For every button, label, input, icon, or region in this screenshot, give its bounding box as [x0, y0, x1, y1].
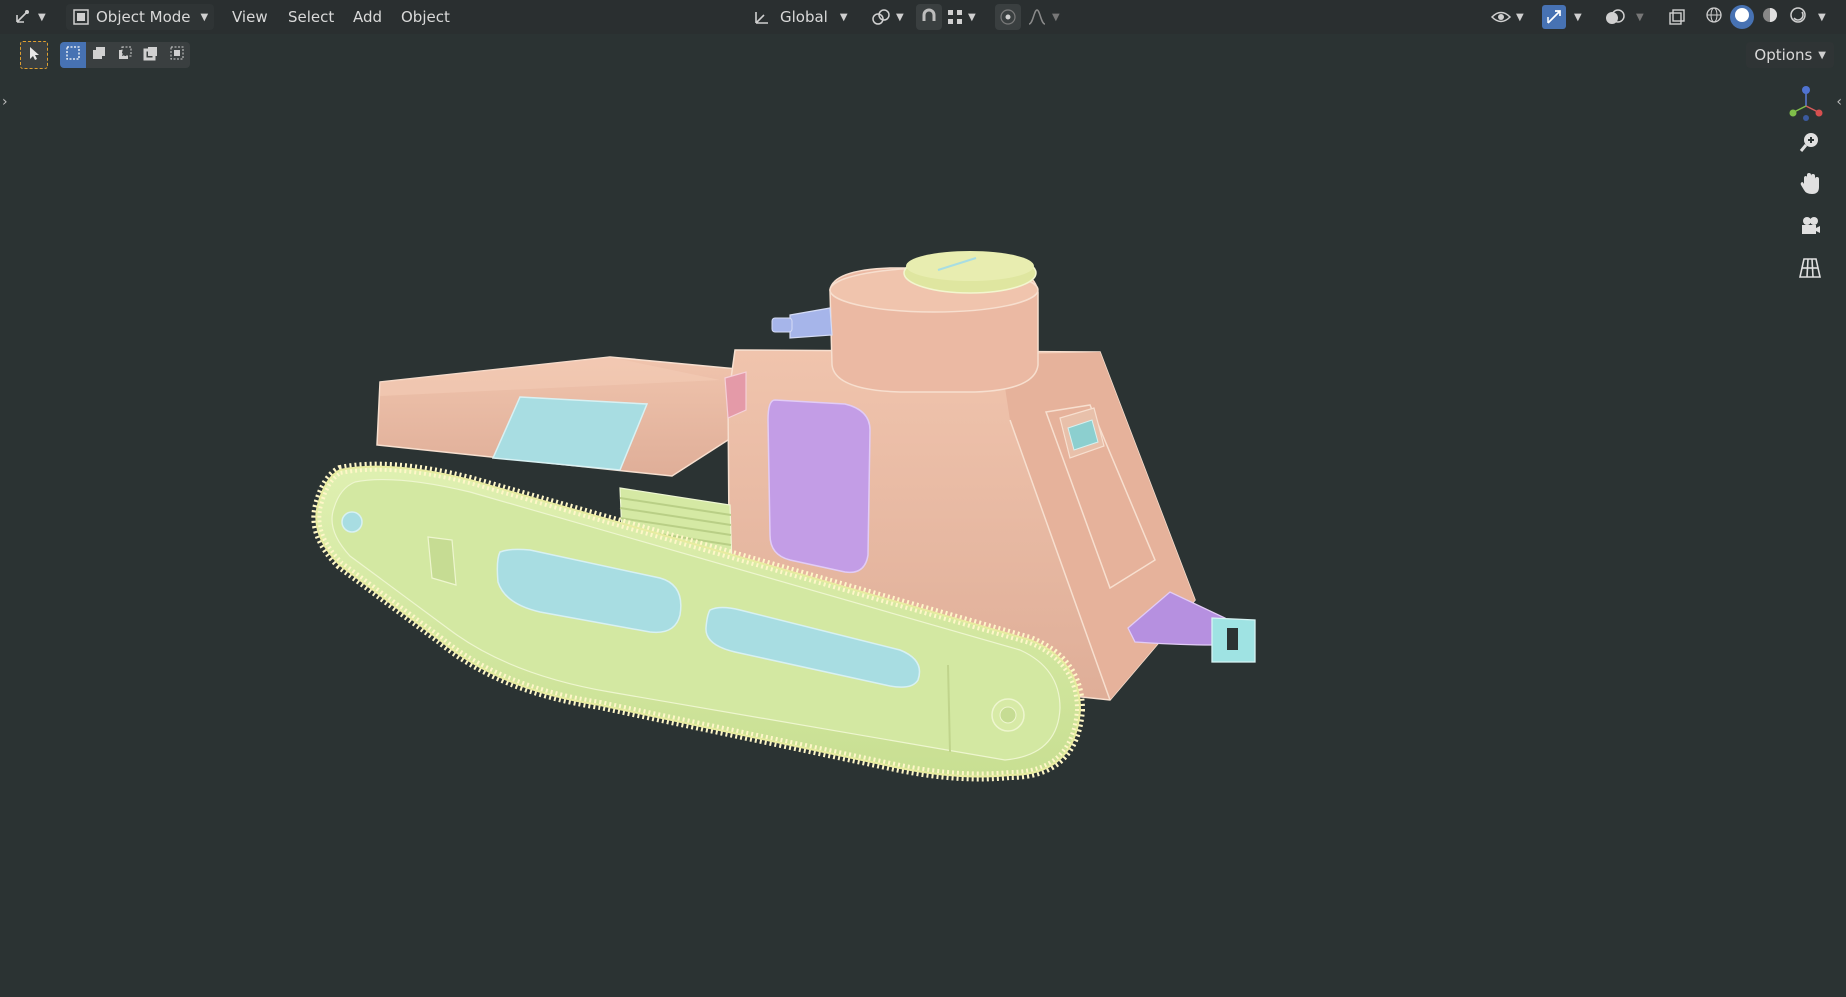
chevron-down-icon: ▼	[1636, 11, 1644, 23]
ortho-toggle-button[interactable]	[1792, 252, 1828, 288]
rendered-shading-icon	[1789, 6, 1807, 28]
select-box-tool-button[interactable]	[20, 41, 48, 69]
select-subtract-button[interactable]	[112, 42, 138, 68]
chevron-down-icon: ▼	[839, 11, 848, 23]
select-extend-button[interactable]	[86, 42, 112, 68]
snap-target-selector[interactable]: ▼	[946, 4, 976, 30]
view3d-editor-icon	[14, 7, 34, 27]
chevron-down-icon: ▼	[896, 11, 904, 23]
side-door[interactable]	[767, 399, 871, 574]
camera-icon	[1798, 214, 1822, 242]
tool-settings-row	[20, 40, 48, 70]
xray-toggle[interactable]	[1664, 4, 1690, 30]
chevron-down-icon: ▼	[38, 11, 46, 23]
chevron-down-icon: ▼	[1052, 11, 1060, 23]
grid-ortho-icon	[1798, 256, 1822, 284]
selection-mode-group	[60, 42, 190, 68]
solid-shading-icon	[1733, 6, 1751, 28]
falloff-curve-icon	[1026, 7, 1048, 27]
menu-object[interactable]: Object	[392, 4, 459, 30]
object-visibility-selector[interactable]: ▼	[1490, 4, 1524, 30]
turret-gun[interactable]	[789, 307, 833, 339]
chevron-down-icon: ▼	[968, 11, 976, 23]
menu-view[interactable]: View	[223, 4, 277, 30]
select-new-icon	[65, 45, 81, 65]
wireframe-shading-icon	[1705, 6, 1723, 28]
material-shading-icon	[1761, 6, 1779, 28]
snap-grid-icon	[946, 8, 964, 26]
wireframe-shading-button[interactable]	[1702, 5, 1726, 29]
tank-model[interactable]	[311, 251, 1256, 782]
select-new-button[interactable]	[60, 42, 86, 68]
object-mode-icon	[72, 8, 90, 26]
select-difference-icon	[143, 45, 159, 65]
shading-mode-group: ▼	[1702, 5, 1826, 29]
mode-label: Object Mode	[96, 8, 191, 26]
solid-shading-button[interactable]	[1730, 5, 1754, 29]
falloff-selector[interactable]: ▼	[1026, 4, 1060, 30]
select-difference-button[interactable]	[138, 42, 164, 68]
overlay-icon	[1604, 7, 1626, 27]
material-shading-button[interactable]	[1758, 5, 1782, 29]
mode-selector[interactable]: Object Mode ▼	[66, 4, 215, 30]
chevron-down-icon: ▼	[1516, 11, 1524, 23]
transform-orientation-icon	[752, 7, 772, 27]
toolbar-expand-arrow[interactable]: ›	[2, 94, 8, 110]
xray-icon	[1668, 8, 1686, 26]
options-dropdown[interactable]: Options ▼	[1746, 42, 1834, 68]
orientation-label: Global	[780, 8, 828, 26]
zoom-icon	[1798, 130, 1822, 158]
sidebar-expand-arrow[interactable]: ‹	[1836, 94, 1842, 110]
viewport-header: ▼ Object Mode ▼ View Select Add Object G…	[0, 0, 1846, 34]
eye-icon	[1490, 8, 1512, 26]
gizmo-icon	[1542, 5, 1566, 29]
chevron-down-icon: ▼	[200, 11, 209, 23]
select-intersect-icon	[169, 45, 185, 65]
pivot-point-icon	[870, 7, 892, 27]
select-intersect-button[interactable]	[164, 42, 190, 68]
gizmo-toggle[interactable]: ▼	[1542, 4, 1582, 30]
select-extend-icon	[91, 45, 107, 65]
chevron-down-icon: ▼	[1574, 11, 1582, 23]
pivot-point-selector[interactable]: ▼	[870, 4, 904, 30]
editor-type-button[interactable]: ▼	[14, 4, 46, 30]
chevron-down-icon: ▼	[1818, 49, 1826, 61]
camera-view-button[interactable]	[1792, 210, 1828, 246]
3d-viewport[interactable]: › ‹	[0, 70, 1846, 993]
select-box-tool-icon	[26, 45, 42, 65]
chevron-down-icon[interactable]: ▼	[1818, 12, 1826, 23]
proportional-edit-icon	[999, 8, 1017, 26]
rendered-shading-button[interactable]	[1786, 5, 1810, 29]
pan-button[interactable]	[1792, 168, 1828, 204]
options-label: Options	[1754, 46, 1813, 64]
side-vent[interactable]	[724, 371, 747, 419]
snap-magnet-icon	[919, 7, 939, 27]
rear-window[interactable]	[491, 396, 649, 471]
snap-toggle[interactable]	[916, 4, 942, 30]
viewport-scene	[311, 251, 1256, 782]
rear-idler-wheel[interactable]	[341, 511, 363, 533]
select-subtract-icon	[117, 45, 133, 65]
menu-select[interactable]: Select	[279, 4, 343, 30]
proportional-edit-toggle[interactable]	[995, 4, 1021, 30]
transform-orientation-selector[interactable]: Global ▼	[752, 4, 848, 30]
menu-add[interactable]: Add	[344, 4, 391, 30]
zoom-button[interactable]	[1792, 126, 1828, 162]
axis-navigation-gizmo[interactable]	[1786, 84, 1826, 124]
hand-pan-icon	[1798, 172, 1822, 200]
overlay-toggle[interactable]: ▼	[1604, 4, 1644, 30]
